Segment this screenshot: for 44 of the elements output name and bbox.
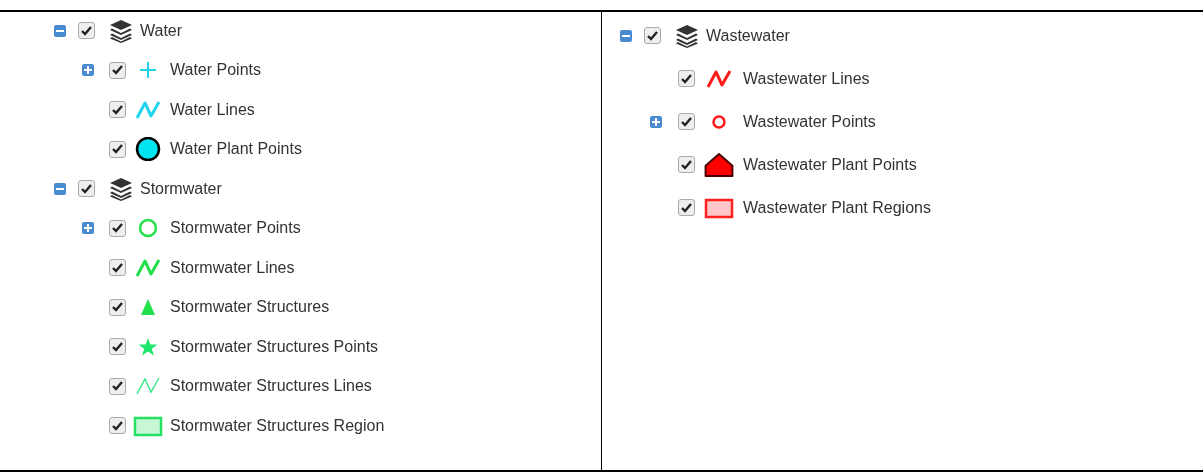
layer-checkbox[interactable] (109, 338, 126, 356)
plus-icon (652, 117, 660, 126)
layer-label[interactable]: Stormwater Structures Points (170, 334, 379, 359)
layer-checkbox[interactable] (678, 199, 695, 216)
expand-button[interactable] (650, 115, 662, 128)
layer-checkbox[interactable] (78, 22, 95, 40)
layer-checkbox[interactable] (678, 113, 695, 130)
layer-checkbox[interactable] (678, 70, 695, 87)
collapse-button[interactable] (54, 182, 66, 195)
layer-checkbox[interactable] (109, 259, 126, 277)
layer-label[interactable]: Water Points (170, 58, 261, 83)
layer-label[interactable]: Stormwater Structures (170, 295, 330, 320)
layers-icon (109, 18, 133, 43)
layer-checkbox[interactable] (109, 417, 126, 435)
layer-label[interactable]: Stormwater Lines (170, 255, 295, 280)
layer-label[interactable]: Stormwater Points (170, 216, 301, 241)
layer-checkbox[interactable] (109, 377, 126, 395)
layer-label[interactable]: Wastewater Lines (743, 66, 870, 91)
layer-label[interactable]: Water (140, 18, 183, 43)
collapse-button[interactable] (620, 29, 632, 42)
layer-checkbox[interactable] (78, 180, 95, 198)
layers-icon (109, 176, 133, 201)
layer-checkbox[interactable] (109, 219, 126, 237)
layer-checkbox[interactable] (109, 101, 126, 119)
layer-label[interactable]: Water Lines (170, 97, 255, 122)
layer-label[interactable]: Stormwater Structures Region (170, 413, 385, 438)
expand-button[interactable] (82, 222, 94, 235)
layer-checkbox[interactable] (678, 156, 695, 173)
collapse-button[interactable] (54, 24, 66, 37)
expand-button[interactable] (82, 64, 94, 77)
layer-label[interactable]: Wastewater Plant Points (743, 152, 917, 177)
layers-icon (675, 23, 699, 48)
layer-checkbox[interactable] (109, 298, 126, 316)
layer-checkbox[interactable] (109, 140, 126, 158)
layer-checkbox[interactable] (644, 27, 661, 44)
layer-label[interactable]: Wastewater (706, 23, 790, 48)
plus-icon (84, 66, 92, 75)
layer-label[interactable]: Stormwater (140, 176, 222, 201)
layer-label[interactable]: Wastewater Points (743, 109, 876, 134)
layer-label[interactable]: Stormwater Structures Lines (170, 374, 372, 399)
plus-icon (84, 224, 92, 233)
layer-label[interactable]: Wastewater Plant Regions (743, 195, 931, 220)
layer-label[interactable]: Water Plant Points (170, 137, 302, 162)
layer-checkbox[interactable] (109, 61, 126, 79)
